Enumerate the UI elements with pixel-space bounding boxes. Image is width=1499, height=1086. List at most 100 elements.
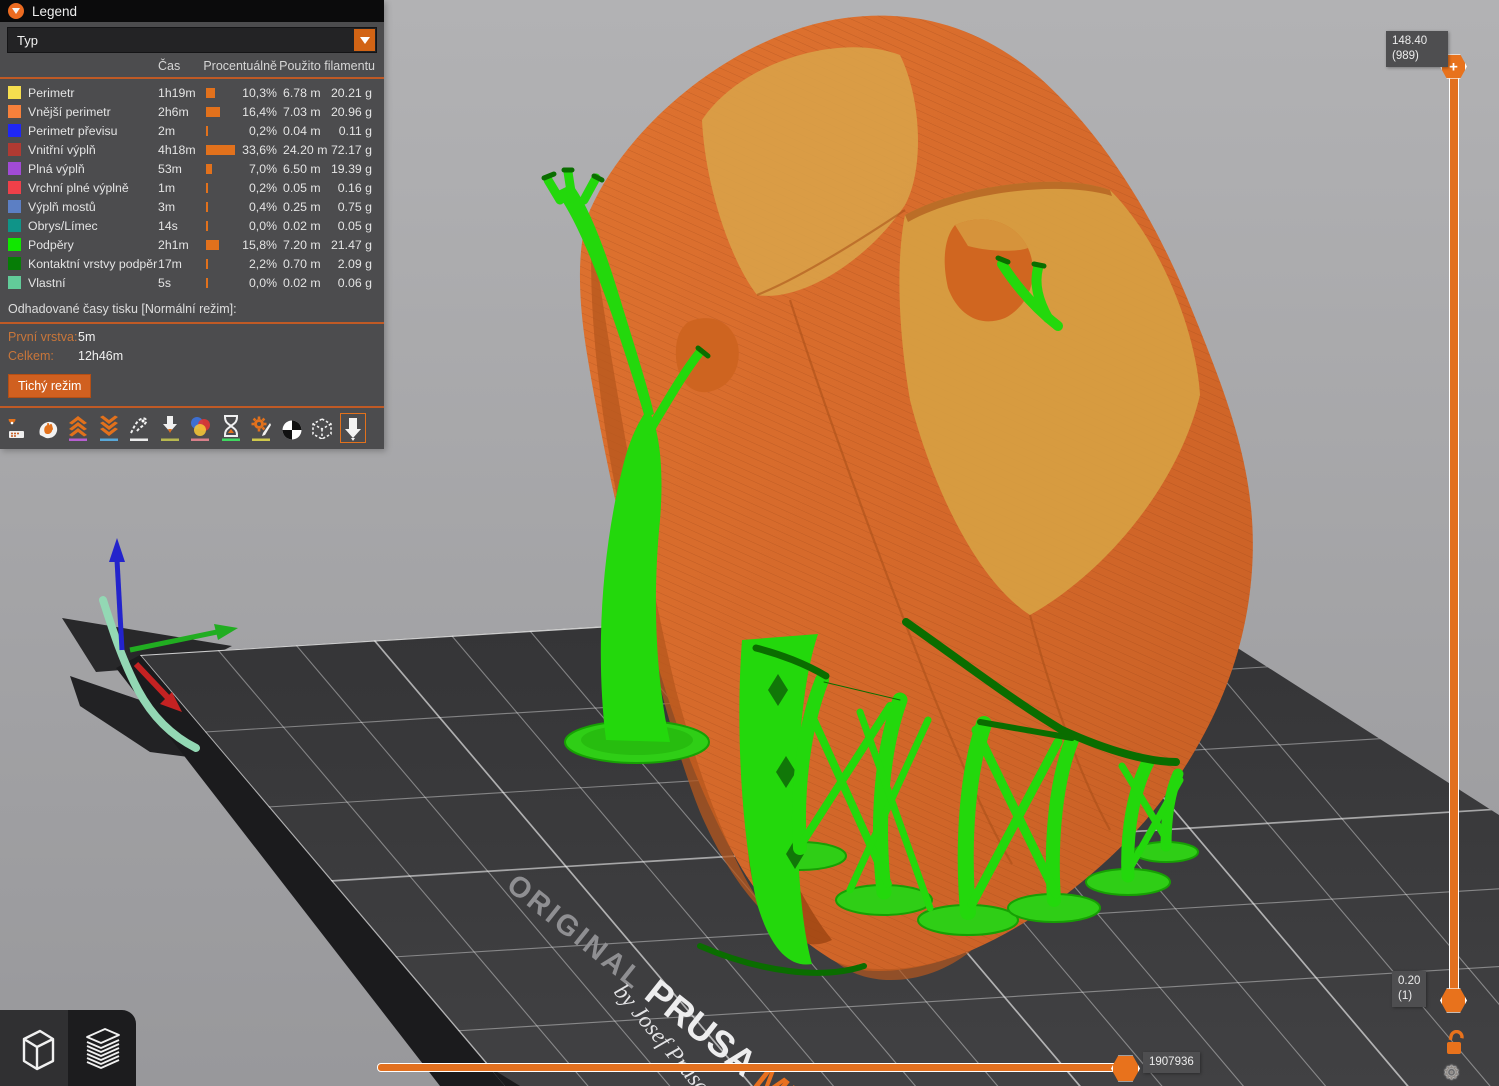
feature-color-swatch bbox=[8, 238, 21, 251]
feature-length: 7.03 m bbox=[283, 104, 321, 119]
slider-settings-gear-icon[interactable]: ⚙ bbox=[1443, 1062, 1460, 1085]
feature-weight: 0.05 g bbox=[337, 218, 372, 233]
feature-percent: 0,2% bbox=[248, 123, 277, 138]
deretractions-icon[interactable] bbox=[98, 415, 120, 441]
feature-weight: 19.39 g bbox=[330, 161, 372, 176]
first-layer-label: První vrstva: bbox=[8, 330, 78, 344]
feature-percent: 0,0% bbox=[248, 218, 277, 233]
feature-color-swatch bbox=[8, 162, 21, 175]
extruder-icon[interactable] bbox=[339, 413, 366, 443]
legend-row: Vlastní 5s 0,0% 0.02 m 0.06 g bbox=[0, 273, 384, 292]
feature-length: 0.02 m bbox=[283, 218, 321, 233]
feature-label: Perimetr bbox=[28, 85, 75, 100]
feature-length: 0.05 m bbox=[283, 180, 321, 195]
color-changes-icon[interactable] bbox=[189, 415, 211, 441]
view-type-dropdown[interactable]: Typ bbox=[7, 27, 377, 53]
percent-bar bbox=[206, 87, 215, 98]
feature-time: 1h19m bbox=[158, 85, 196, 100]
legend-row: Perimetr převisu 2m 0,2% 0.04 m 0.11 g bbox=[0, 121, 384, 140]
legend-panel: Legend Typ Čas Procentuálně Použito fila… bbox=[0, 0, 384, 449]
feature-length: 0.25 m bbox=[283, 199, 321, 214]
feature-time: 53m bbox=[158, 161, 182, 176]
prusaslicer-logo-icon bbox=[8, 3, 24, 19]
feature-length: 24.20 m bbox=[283, 142, 328, 157]
move-slider-track[interactable] bbox=[377, 1063, 1129, 1072]
move-slider-value: 1907936 bbox=[1149, 1056, 1194, 1068]
feature-percent: 10,3% bbox=[242, 85, 277, 100]
tool-changes-icon[interactable] bbox=[159, 415, 181, 441]
feature-label: Výplň mostů bbox=[28, 199, 96, 214]
feature-percent: 0,4% bbox=[248, 199, 277, 214]
feature-time: 2h6m bbox=[158, 104, 189, 119]
legend-titlebar[interactable]: Legend bbox=[0, 0, 384, 22]
view-type-value: Typ bbox=[17, 32, 38, 48]
dropdown-arrow-icon[interactable] bbox=[354, 29, 375, 51]
feature-label: Vnější perimetr bbox=[28, 104, 111, 119]
cube-icon bbox=[22, 1029, 55, 1071]
feature-label: Plná výplň bbox=[28, 161, 85, 176]
feature-time: 17m bbox=[158, 256, 182, 271]
legend-table-header: Čas Procentuálně Použito filamentu bbox=[0, 56, 384, 77]
layer-slider-track[interactable] bbox=[1449, 60, 1459, 998]
feature-percent: 33,6% bbox=[242, 142, 277, 157]
retractions-icon[interactable] bbox=[67, 415, 89, 441]
wipe-icon[interactable] bbox=[37, 415, 59, 441]
move-slider-tooltip: 1907936 bbox=[1143, 1052, 1200, 1073]
layer-number: (1) bbox=[1398, 990, 1413, 1002]
total-value: 12h46m bbox=[78, 349, 124, 363]
feature-percent: 16,4% bbox=[242, 104, 277, 119]
feature-percent: 2,2% bbox=[248, 256, 277, 271]
legend-row: Podpěry 2h1m 15,8% 7.20 m 21.47 g bbox=[0, 235, 384, 254]
feature-weight: 20.21 g bbox=[330, 85, 372, 100]
stealth-mode-button[interactable]: Tichý režim bbox=[8, 374, 92, 398]
feature-percent: 0,2% bbox=[248, 180, 277, 195]
feature-color-swatch bbox=[8, 86, 21, 99]
shells-icon[interactable] bbox=[311, 415, 333, 441]
center-of-mass-icon[interactable] bbox=[281, 415, 303, 441]
feature-weight: 72.17 g bbox=[330, 142, 372, 157]
feature-time: 2m bbox=[158, 123, 176, 138]
layer-slider-lower-tooltip: 0.20 (1) bbox=[1392, 971, 1427, 1007]
feature-time: 4h18m bbox=[158, 142, 196, 157]
preview-options-toolbar bbox=[0, 408, 384, 449]
legend-row: Kontaktní vrstvy podpěr 17m 2,2% 0.70 m … bbox=[0, 254, 384, 273]
feature-length: 0.02 m bbox=[283, 275, 321, 290]
feature-length: 0.70 m bbox=[283, 256, 321, 271]
feature-time: 3m bbox=[158, 199, 176, 214]
total-label: Celkem: bbox=[8, 349, 54, 363]
feature-label: Perimetr převisu bbox=[28, 123, 118, 138]
travel-moves-icon[interactable] bbox=[6, 415, 28, 441]
layer-height-value: 0.20 bbox=[1398, 975, 1421, 987]
view-mode-buttons bbox=[0, 1010, 136, 1086]
feature-time: 14s bbox=[158, 218, 178, 233]
percent-bar bbox=[206, 201, 208, 212]
feature-label: Kontaktní vrstvy podpěr bbox=[28, 256, 158, 271]
custom-gcode-icon[interactable] bbox=[250, 415, 272, 441]
pause-prints-icon[interactable] bbox=[220, 415, 242, 441]
layer-height-value: 148.40 bbox=[1392, 35, 1428, 47]
feature-color-swatch bbox=[8, 105, 21, 118]
lock-icon[interactable] bbox=[1443, 1030, 1465, 1056]
feature-label: Obrys/Límec bbox=[28, 218, 98, 233]
feature-color-swatch bbox=[8, 181, 21, 194]
legend-title: Legend bbox=[32, 3, 78, 19]
feature-length: 6.78 m bbox=[283, 85, 321, 100]
3d-view-button[interactable] bbox=[0, 1010, 68, 1086]
first-layer-value: 5m bbox=[78, 330, 96, 344]
percent-bar bbox=[206, 125, 208, 136]
col-time: Čas bbox=[158, 59, 181, 73]
feature-percent: 0,0% bbox=[248, 275, 277, 290]
feature-color-swatch bbox=[8, 143, 21, 156]
feature-time: 5s bbox=[158, 275, 171, 290]
feature-color-swatch bbox=[8, 200, 21, 213]
layers-view-button[interactable] bbox=[68, 1010, 136, 1086]
percent-bar bbox=[206, 144, 235, 155]
col-percent: Procentuálně bbox=[203, 59, 277, 73]
feature-color-swatch bbox=[8, 219, 21, 232]
estimates-heading: Odhadované časy tisku [Normální režim]: bbox=[8, 302, 237, 316]
legend-row: Vnější perimetr 2h6m 16,4% 7.03 m 20.96 … bbox=[0, 102, 384, 121]
seams-icon[interactable] bbox=[128, 415, 150, 441]
feature-label: Vlastní bbox=[28, 275, 66, 290]
percent-bar bbox=[206, 182, 208, 193]
feature-color-swatch bbox=[8, 124, 21, 137]
